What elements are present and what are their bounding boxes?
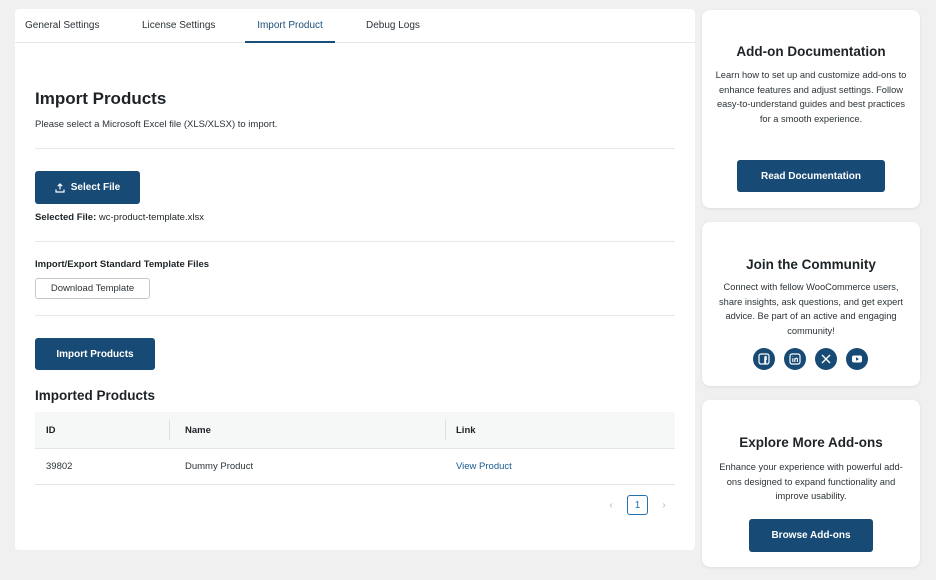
column-header-name: Name [185,425,211,436]
cell-id: 39802 [46,461,73,472]
selected-file-info: Selected File: wc-product-template.xlsx [35,212,204,223]
column-divider [445,420,446,440]
imported-products-title: Imported Products [35,388,156,403]
documentation-text: Learn how to set up and customize add-on… [715,70,907,124]
select-file-label: Select File [70,182,121,193]
main-panel: General Settings License Settings Import… [15,9,695,550]
read-documentation-button[interactable]: Read Documentation [737,160,885,192]
pagination-page-1[interactable]: 1 [627,495,648,515]
community-title: Join the Community [746,257,876,272]
tab-license-settings[interactable]: License Settings [142,9,215,43]
column-divider [169,420,170,440]
tab-bar: General Settings License Settings Import… [15,9,695,43]
community-card: Join the Community Connect with fellow W… [702,222,920,386]
divider [35,315,675,316]
x-icon[interactable] [815,348,837,370]
imported-products-table: ID Name Link 39802 Dummy Product View Pr… [35,412,675,485]
addons-text: Enhance your experience with powerful ad… [719,462,903,501]
divider [35,241,675,242]
select-file-button[interactable]: Select File [35,171,140,204]
upload-icon [55,182,65,193]
community-text: Connect with fellow WooCommerce users, s… [719,282,903,336]
column-header-link: Link [456,425,476,436]
tab-debug-logs[interactable]: Debug Logs [366,9,420,43]
addons-card: Explore More Add-ons Enhance your experi… [702,400,920,567]
addons-title: Explore More Add-ons [739,435,883,450]
download-template-button[interactable]: Download Template [35,278,150,299]
view-product-link[interactable]: View Product [456,449,512,485]
selected-file-name: wc-product-template.xlsx [98,212,204,223]
linkedin-icon[interactable] [784,348,806,370]
documentation-title: Add-on Documentation [736,44,886,59]
table-row: 39802 Dummy Product View Product [35,449,675,485]
tab-import-product[interactable]: Import Product [245,9,335,43]
pagination-next[interactable]: › [658,495,670,515]
facebook-icon[interactable] [753,348,775,370]
divider [35,148,675,149]
page-description: Please select a Microsoft Excel file (XL… [35,119,278,130]
documentation-card: Add-on Documentation Learn how to set up… [702,10,920,208]
import-products-button[interactable]: Import Products [35,338,155,370]
tab-general-settings[interactable]: General Settings [25,9,100,43]
table-header: ID Name Link [35,412,675,449]
page-title: Import Products [35,89,167,108]
template-section-label: Import/Export Standard Template Files [35,259,210,270]
browse-addons-button[interactable]: Browse Add-ons [749,519,873,552]
cell-name: Dummy Product [185,461,254,472]
column-header-id: ID [46,425,56,436]
youtube-icon[interactable] [846,348,868,370]
selected-file-label: Selected File: [35,212,97,223]
pagination-prev[interactable]: ‹ [605,495,617,515]
